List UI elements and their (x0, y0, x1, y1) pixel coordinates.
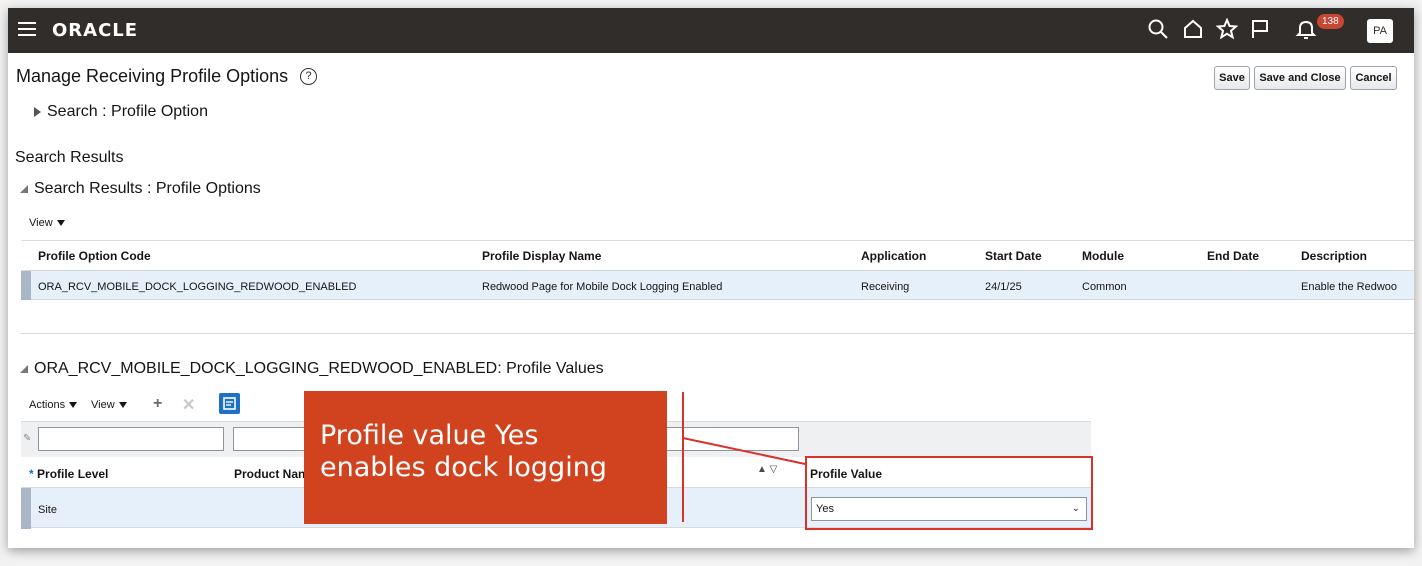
column-header-profile-level-label: Profile Level (37, 467, 109, 481)
profile-values-heading: ORA_RCV_MOBILE_DOCK_LOGGING_REDWOOD_ENAB… (34, 360, 604, 377)
view-menu-label: View (91, 399, 115, 411)
required-mark: * (29, 467, 34, 481)
chevron-down-icon (56, 220, 65, 227)
callout-divider-line (682, 392, 684, 522)
cell-description: Enable the Redwoo (1301, 281, 1398, 293)
column-header-end-date[interactable]: End Date (1207, 249, 1259, 263)
home-icon[interactable] (1182, 18, 1204, 40)
search-results-heading: Search Results (15, 149, 124, 166)
section-divider (21, 333, 1414, 334)
notification-count-badge: 138 (1317, 14, 1344, 29)
row-selector[interactable] (21, 488, 31, 529)
column-header-code[interactable]: Profile Option Code (38, 249, 151, 263)
column-header-description[interactable]: Description (1301, 249, 1367, 263)
cell-profile-level: Site (38, 504, 57, 516)
annotation-callout: Profile value Yes enables dock logging (304, 391, 667, 524)
column-header-module[interactable]: Module (1082, 249, 1124, 263)
column-header-profile-level[interactable]: * Profile Level (29, 467, 108, 481)
pencil-icon: ✎ (23, 433, 32, 444)
cell-code: ORA_RCV_MOBILE_DOCK_LOGGING_REDWOOD_ENAB… (38, 281, 357, 293)
delete-row-icon[interactable]: ✕ (182, 395, 195, 415)
search-icon[interactable] (1147, 18, 1169, 40)
profile-level-filter-input[interactable] (38, 427, 224, 451)
bell-icon[interactable] (1295, 18, 1317, 40)
callout-line-1: Profile value Yes (320, 420, 539, 451)
collapse-icon (20, 364, 28, 373)
avatar[interactable]: PA (1367, 19, 1393, 43)
search-section-label: Search : Profile Option (47, 103, 208, 120)
results-table-header (21, 240, 1414, 271)
favorites-icon[interactable] (1215, 17, 1239, 40)
query-by-example-icon[interactable] (219, 393, 240, 414)
profile-values-section-toggle[interactable]: ORA_RCV_MOBILE_DOCK_LOGGING_REDWOOD_ENAB… (20, 360, 604, 378)
actions-menu-label: Actions (29, 399, 66, 411)
flag-icon[interactable] (1249, 18, 1271, 40)
global-header: ORACLE 138 PA (8, 8, 1414, 53)
search-section-toggle[interactable]: Search : Profile Option (34, 103, 208, 121)
menu-icon[interactable] (18, 22, 36, 37)
column-header-product-name[interactable]: Product Nan (234, 467, 305, 481)
results-section-label: Search Results : Profile Options (34, 180, 261, 197)
view-menu[interactable]: View (29, 217, 65, 229)
column-header-start-date[interactable]: Start Date (985, 249, 1042, 263)
collapse-icon (20, 184, 28, 193)
save-button[interactable]: Save (1214, 66, 1250, 90)
cell-application: Receiving (861, 281, 910, 293)
results-section-toggle[interactable]: Search Results : Profile Options (20, 180, 261, 198)
help-icon[interactable]: ? (300, 68, 317, 85)
page-title: Manage Receiving Profile Options (16, 66, 289, 86)
add-row-icon[interactable]: + (153, 395, 162, 413)
expand-icon (34, 106, 41, 117)
oracle-logo[interactable]: ORACLE (52, 20, 138, 41)
cell-start-date: 24/1/25 (985, 281, 1022, 293)
column-header-display-name[interactable]: Profile Display Name (482, 249, 601, 263)
cell-module: Common (1082, 281, 1127, 293)
column-header-application[interactable]: Application (861, 249, 926, 263)
sort-icons[interactable]: ▲ ▽ (757, 464, 777, 475)
profile-value-highlight (805, 456, 1093, 530)
row-selector[interactable] (21, 271, 31, 300)
callout-line-2: enables dock logging (320, 452, 607, 483)
actions-menu[interactable]: Actions (29, 399, 78, 411)
cancel-button[interactable]: Cancel (1350, 66, 1397, 90)
chevron-down-icon (69, 402, 78, 409)
view-menu-label: View (29, 217, 53, 229)
chevron-down-icon (118, 402, 127, 409)
app-window: ORACLE 138 PA Manage Receiving Profile O… (8, 8, 1414, 548)
cell-display-name: Redwood Page for Mobile Dock Logging Ena… (482, 281, 723, 293)
save-and-close-button[interactable]: Save and Close (1254, 66, 1346, 90)
view-menu[interactable]: View (91, 399, 127, 411)
